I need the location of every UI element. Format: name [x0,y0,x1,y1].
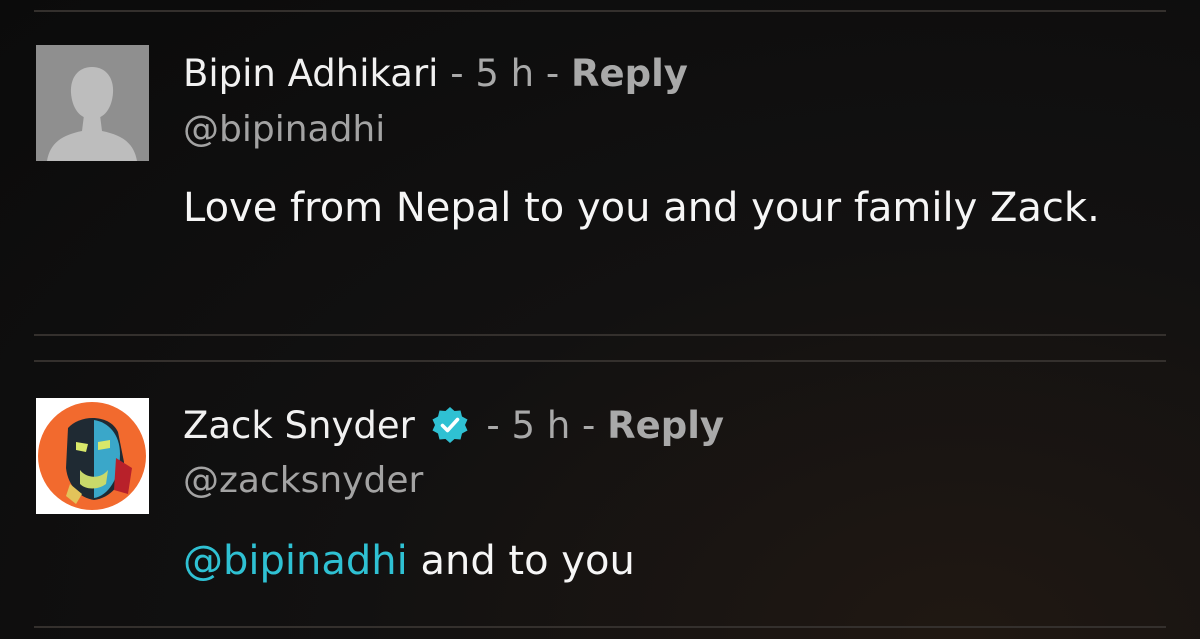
comment-divider [34,334,1166,336]
author-name[interactable]: Bipin Adhikari [183,52,438,95]
separator: - [486,404,500,447]
default-person-icon [36,45,149,161]
separator: - [450,52,464,95]
comment-header: Bipin Adhikari - 5 h - Reply [183,52,688,96]
separator: - [582,404,596,447]
avatar[interactable] [36,45,149,161]
reply-button[interactable]: Reply [607,404,724,447]
verified-badge-icon [432,407,468,443]
comment-header: Zack Snyder - 5 h - Reply [183,404,724,448]
separator: - [545,52,560,95]
illustrated-face-avatar [36,398,149,514]
top-divider [34,10,1166,12]
user-handle[interactable]: @zacksnyder [183,459,423,503]
mention-link[interactable]: @bipinadhi [183,538,408,584]
author-name[interactable]: Zack Snyder [183,404,415,447]
avatar[interactable] [36,398,149,514]
timestamp: 5 h [511,404,571,447]
reply-button[interactable]: Reply [571,52,688,95]
timestamp: 5 h [475,52,535,95]
comment-divider [34,360,1166,362]
comment-text-container: @bipinadhi and to you [183,533,1143,589]
comment-text: and to you [420,538,635,584]
comment-text: Love from Nepal to you and your family Z… [183,185,1100,231]
bottom-divider [34,626,1166,628]
user-handle[interactable]: @bipinadhi [183,108,385,152]
